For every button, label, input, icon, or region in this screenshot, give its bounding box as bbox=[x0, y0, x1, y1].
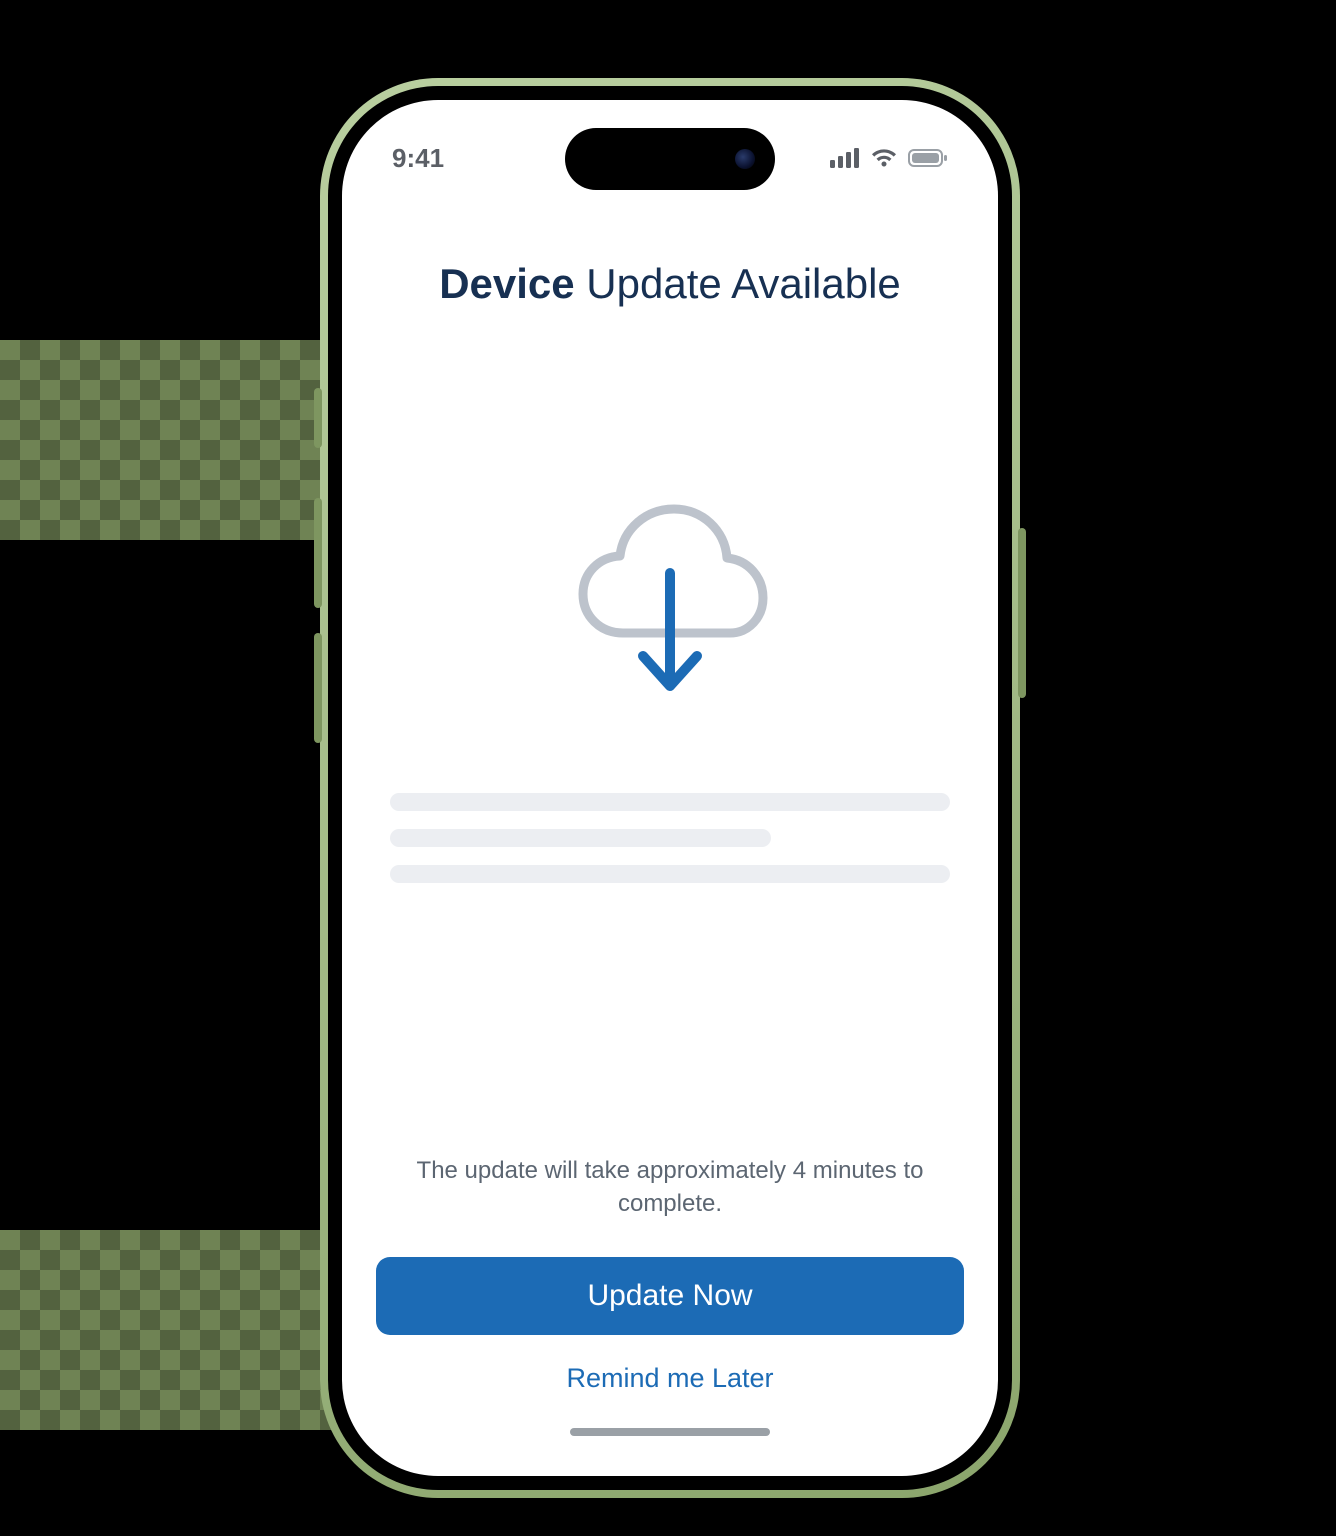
status-time: 9:41 bbox=[392, 143, 444, 174]
description-placeholder bbox=[390, 793, 950, 901]
battery-icon bbox=[908, 148, 948, 168]
phone-frame: 9:41 bbox=[320, 78, 1020, 1498]
update-now-button[interactable]: Update Now bbox=[376, 1257, 964, 1335]
page-title: Device Update Available bbox=[439, 260, 901, 308]
home-indicator[interactable] bbox=[570, 1428, 770, 1436]
page-title-rest: Update Available bbox=[575, 260, 901, 307]
wifi-icon bbox=[870, 148, 898, 168]
screen: 9:41 bbox=[342, 100, 998, 1476]
status-bar: 9:41 bbox=[342, 130, 998, 186]
update-estimate: The update will take approximately 4 min… bbox=[400, 1154, 940, 1221]
cloud-download-icon bbox=[555, 498, 785, 713]
page-title-bold: Device bbox=[439, 260, 574, 307]
cellular-icon bbox=[830, 148, 860, 168]
remind-later-button[interactable]: Remind me Later bbox=[566, 1363, 773, 1394]
